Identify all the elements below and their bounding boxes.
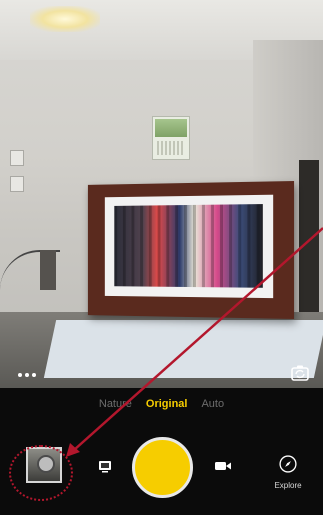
paper-sheet (44, 320, 323, 378)
thumbnail-image (37, 455, 55, 473)
explore-button[interactable]: Explore (266, 454, 310, 492)
frame-mat (105, 195, 273, 298)
compass-icon (278, 454, 298, 474)
ceiling-light (30, 6, 100, 32)
explore-label: Explore (266, 481, 310, 490)
wall-outlet (10, 176, 24, 192)
photo-mode-icon[interactable] (97, 458, 113, 474)
flip-camera-icon[interactable] (289, 362, 311, 384)
camera-viewfinder[interactable] (0, 0, 323, 388)
more-dots-icon (18, 373, 22, 377)
calendar-picture (155, 119, 187, 137)
more-options-button[interactable] (12, 368, 42, 382)
mode-auto[interactable]: Auto (201, 398, 224, 414)
picture-frame (88, 181, 294, 319)
mode-selector[interactable]: Nature Original Auto (0, 398, 323, 414)
video-camera-icon[interactable] (214, 459, 232, 473)
calendar-grid (157, 141, 185, 155)
gallery-thumbnail[interactable] (26, 447, 62, 483)
mode-original[interactable]: Original (146, 398, 188, 414)
more-dots-icon (25, 373, 29, 377)
shutter-button[interactable] (132, 437, 193, 498)
desk-device (40, 250, 56, 290)
mode-nature[interactable]: Nature (99, 398, 132, 414)
city-photo (114, 204, 263, 288)
dark-window (299, 160, 319, 330)
wall-outlet (10, 150, 24, 166)
more-dots-icon (32, 373, 36, 377)
wall-calendar (152, 116, 190, 160)
